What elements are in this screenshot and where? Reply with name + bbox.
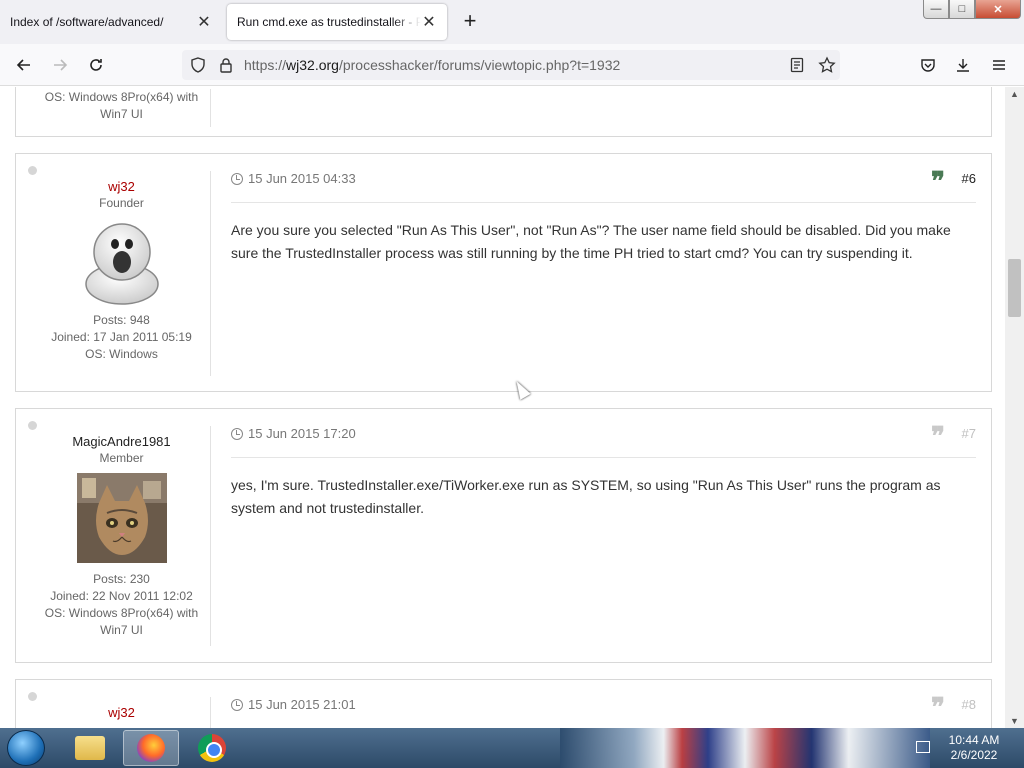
folder-icon bbox=[75, 736, 105, 760]
taskbar-clock[interactable]: 10:44 AM 2/6/2022 bbox=[944, 733, 1004, 763]
user-posts-count: Posts: 230 bbox=[93, 572, 150, 586]
cat-avatar-icon[interactable] bbox=[76, 473, 167, 563]
url-host: wj32.org bbox=[286, 57, 339, 73]
tab-bar: Index of /software/advanced/ ✕ Run cmd.e… bbox=[0, 0, 1024, 44]
post-time: 15 Jun 2015 04:33 bbox=[231, 171, 356, 186]
chrome-icon bbox=[198, 734, 226, 762]
user-rank: Member bbox=[99, 451, 144, 465]
post-8: wj32 15 Jun 2015 21:01 ❞ #8 bbox=[15, 679, 992, 728]
start-button[interactable] bbox=[7, 730, 45, 766]
user-os: OS: Windows 8Pro(x64) with bbox=[44, 90, 199, 104]
lock-icon[interactable] bbox=[218, 57, 234, 78]
quote-icon[interactable]: ❞ bbox=[931, 167, 945, 197]
bookmark-star-icon[interactable] bbox=[818, 56, 836, 79]
user-posts-count: Posts: 948 bbox=[93, 313, 150, 327]
tab-index-software[interactable]: Index of /software/advanced/ ✕ bbox=[0, 4, 222, 40]
url-text[interactable]: https://wj32.org/processhacker/forums/vi… bbox=[244, 57, 620, 73]
forward-arrow-icon[interactable] bbox=[48, 53, 72, 77]
downloads-icon[interactable] bbox=[951, 53, 975, 77]
user-os: OS: Windows 8Pro(x64) with bbox=[44, 606, 199, 620]
user-os-line2: Win7 UI bbox=[100, 107, 143, 121]
clock-icon bbox=[231, 698, 243, 711]
post-text-line: system and not trustedinstaller. bbox=[231, 500, 424, 516]
username-link[interactable]: MagicAndre1981 bbox=[16, 434, 227, 449]
reload-icon[interactable] bbox=[84, 53, 108, 77]
post-text-line: sure the TrustedInstaller process was st… bbox=[231, 245, 913, 261]
post-profile: wj32 Founder Posts: 948 Joined: 17 Jan 2… bbox=[16, 154, 227, 376]
scroll-up-arrow-icon[interactable]: ▲ bbox=[1010, 89, 1019, 99]
close-tab-icon[interactable]: ✕ bbox=[196, 12, 212, 32]
username-link[interactable]: wj32 bbox=[16, 179, 227, 194]
post-text-line: Are you sure you selected "Run As This U… bbox=[231, 222, 951, 238]
profile-divider bbox=[210, 426, 211, 646]
ghost-avatar-icon[interactable] bbox=[82, 220, 162, 306]
profile-divider bbox=[210, 697, 211, 728]
post-profile: MagicAndre1981 Member Posts: 230 Joined:… bbox=[16, 409, 227, 646]
taskbar-explorer[interactable] bbox=[62, 730, 118, 766]
scroll-down-arrow-icon[interactable]: ▼ bbox=[1010, 716, 1019, 726]
post-7: MagicAndre1981 Member Posts: 230 Joined:… bbox=[15, 408, 992, 663]
back-arrow-icon[interactable] bbox=[12, 53, 36, 77]
post-number-link[interactable]: #7 bbox=[962, 426, 976, 441]
post-text: yes, I'm sure. TrustedInstaller.exe/TiWo… bbox=[231, 474, 941, 520]
maximize-button[interactable]: □ bbox=[949, 0, 975, 19]
post-header: 15 Jun 2015 04:33 ❞ #6 bbox=[231, 167, 976, 203]
page-content: OS: Windows 8Pro(x64) with Win7 UI wj32 … bbox=[0, 87, 1005, 728]
clock-time: 10:44 AM bbox=[948, 733, 1000, 747]
post-profile: OS: Windows 8Pro(x64) with Win7 UI bbox=[16, 89, 227, 127]
tab-title: Run cmd.exe as trustedinstaller - Proces… bbox=[237, 15, 421, 29]
post-6: wj32 Founder Posts: 948 Joined: 17 Jan 2… bbox=[15, 153, 992, 392]
user-os: OS: Windows bbox=[85, 347, 158, 361]
scrollbar-thumb[interactable] bbox=[1008, 259, 1021, 317]
post-text-line: yes, I'm sure. TrustedInstaller.exe/TiWo… bbox=[231, 477, 941, 493]
page-scrollbar[interactable]: ▲ ▼ bbox=[1005, 87, 1024, 728]
post-time-text[interactable]: 15 Jun 2015 21:01 bbox=[248, 697, 356, 712]
quote-icon[interactable]: ❞ bbox=[931, 422, 945, 452]
post-number-link[interactable]: #6 bbox=[962, 171, 976, 186]
post-text: Are you sure you selected "Run As This U… bbox=[231, 219, 951, 265]
post-header: 15 Jun 2015 17:20 ❞ #7 bbox=[231, 422, 976, 458]
user-os-line2: Win7 UI bbox=[100, 623, 143, 637]
pocket-icon[interactable] bbox=[916, 53, 940, 77]
clock-date: 2/6/2022 bbox=[950, 748, 998, 762]
post-time: 15 Jun 2015 21:01 bbox=[231, 697, 356, 712]
address-bar[interactable]: https://wj32.org/processhacker/forums/vi… bbox=[182, 50, 840, 80]
new-tab-plus-icon[interactable]: + bbox=[458, 10, 482, 34]
clock-icon bbox=[231, 172, 243, 185]
taskbar-firefox[interactable] bbox=[123, 730, 179, 766]
firefox-icon bbox=[137, 734, 165, 762]
minimize-button[interactable]: — bbox=[923, 0, 949, 19]
username-link[interactable]: wj32 bbox=[16, 705, 227, 720]
url-scheme: https:// bbox=[244, 57, 287, 73]
post-time-text[interactable]: 15 Jun 2015 04:33 bbox=[248, 171, 356, 186]
post-profile: wj32 bbox=[16, 680, 227, 728]
tab-title: Index of /software/advanced/ bbox=[10, 15, 164, 29]
taskbar-chrome[interactable] bbox=[184, 730, 240, 766]
close-tab-icon[interactable]: ✕ bbox=[421, 12, 437, 32]
user-rank: Founder bbox=[99, 196, 144, 210]
clock-icon bbox=[231, 427, 243, 440]
tab-run-cmd[interactable]: Run cmd.exe as trustedinstaller - Proces… bbox=[227, 4, 447, 40]
reader-view-icon[interactable] bbox=[789, 57, 805, 78]
windows-taskbar: 10:44 AM 2/6/2022 bbox=[0, 728, 1024, 768]
post-number-link[interactable]: #8 bbox=[962, 697, 976, 712]
post-time: 15 Jun 2015 17:20 bbox=[231, 426, 356, 441]
post-time-text[interactable]: 15 Jun 2015 17:20 bbox=[248, 426, 356, 441]
hamburger-menu-icon[interactable] bbox=[987, 53, 1011, 77]
user-joined: Joined: 22 Nov 2011 12:02 bbox=[50, 589, 193, 603]
close-window-button[interactable]: ✕ bbox=[975, 0, 1021, 19]
profile-divider bbox=[210, 171, 211, 376]
quote-icon[interactable]: ❞ bbox=[931, 693, 945, 723]
url-path: /processhacker/forums/viewtopic.php?t=19… bbox=[338, 57, 621, 73]
nav-bar: https://wj32.org/processhacker/forums/vi… bbox=[0, 44, 1024, 86]
post-previous: OS: Windows 8Pro(x64) with Win7 UI bbox=[15, 87, 992, 137]
user-joined: Joined: 17 Jan 2011 05:19 bbox=[51, 330, 192, 344]
network-icon[interactable] bbox=[916, 741, 930, 753]
post-header: 15 Jun 2015 21:01 ❞ #8 bbox=[231, 693, 976, 728]
window-controls: — □ ✕ bbox=[923, 0, 1021, 20]
shield-icon[interactable] bbox=[190, 57, 206, 78]
profile-divider bbox=[210, 89, 211, 127]
desktop-wallpaper-strip bbox=[560, 728, 930, 768]
